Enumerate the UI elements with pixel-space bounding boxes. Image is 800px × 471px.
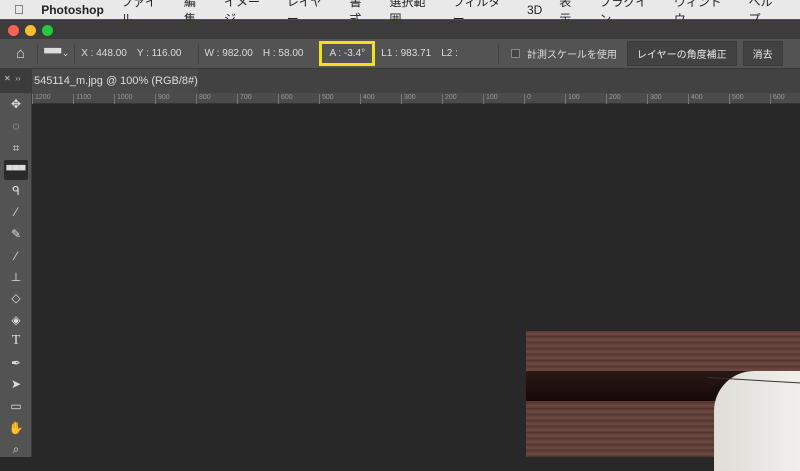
apple-icon[interactable]:  — [14, 2, 33, 17]
clear-button[interactable]: 消去 — [742, 41, 783, 66]
l2-value: L2 : — [441, 48, 458, 59]
magic-wand-tool-icon[interactable]: ⁄ — [4, 202, 28, 222]
ruler-label: 800 — [196, 94, 211, 104]
ruler-tool-preset-icon[interactable]: ▀▀▀ ⌄ — [44, 48, 69, 59]
w-value: W : 982.00 — [204, 48, 253, 59]
crop-tool-icon[interactable]: ⌗ — [4, 138, 28, 158]
tools-panel: ✕ ›› ✥ ◌ ⌗ ▀▀▀ ᑫ ⁄ ✎ ⁄ ⊥ ◇ ◈ T ✒ ➤ ▭ ✋ ⌕ — [0, 69, 32, 457]
move-tool-icon[interactable]: ✥ — [4, 94, 28, 114]
ruler-label: 300 — [647, 94, 662, 104]
minimize-button[interactable] — [25, 25, 36, 36]
document-tab[interactable]: 545114_m.jpg @ 100% (RGB/8#) — [32, 69, 198, 93]
menu-3d[interactable]: 3D — [527, 3, 542, 17]
straighten-layer-button[interactable]: レイヤーの角度補正 — [626, 41, 737, 66]
angle-value: A : -3.4° — [319, 41, 376, 66]
ruler-label: 200 — [442, 94, 457, 104]
ruler-label: 600 — [770, 94, 785, 104]
divider — [497, 43, 499, 64]
y-value: Y : 116.00 — [136, 48, 182, 59]
rectangle-tool-icon[interactable]: ▭ — [4, 396, 28, 416]
ruler-label: 500 — [319, 94, 334, 104]
close-button[interactable] — [8, 25, 19, 36]
app-menu[interactable]: Photoshop — [41, 3, 104, 17]
use-scale-checkbox[interactable] — [510, 49, 520, 58]
type-tool-icon[interactable]: T — [4, 331, 28, 351]
ruler-label: 0 — [524, 94, 531, 104]
pen-tool-icon[interactable]: ✒ — [4, 353, 28, 373]
divider — [74, 43, 76, 64]
options-bar: ⌂ ▀▀▀ ⌄ X : 448.00 Y : 116.00 W : 982.00… — [0, 39, 800, 69]
brush-tool-icon[interactable]: ⁄ — [4, 246, 28, 266]
ruler-label: 400 — [688, 94, 703, 104]
ruler-label: 100 — [483, 94, 498, 104]
l1-value: L1 : 983.71 — [381, 48, 432, 59]
document-image[interactable] — [526, 331, 800, 471]
window-titlebar — [0, 20, 800, 39]
h-value: H : 58.00 — [262, 48, 304, 59]
use-scale-label: 計測スケールを使用 — [526, 50, 617, 61]
path-selection-tool-icon[interactable]: ➤ — [4, 374, 28, 394]
zoom-button[interactable] — [42, 25, 53, 36]
ruler-label: 600 — [278, 94, 293, 104]
menu-bar:  Photoshop ファイル 編集 イメージ レイヤー 書式 選択範囲 フィ… — [0, 0, 800, 26]
ruler-label: 100 — [565, 94, 580, 104]
image-cup — [714, 371, 800, 471]
marquee-tool-icon[interactable]: ◌ — [4, 116, 28, 136]
document-tab-bar: 545114_m.jpg @ 100% (RGB/8#) — [0, 69, 800, 93]
ruler-label: 300 — [401, 94, 416, 104]
eyedropper-tool-icon[interactable]: ✎ — [4, 224, 28, 244]
ruler-label: 700 — [237, 94, 252, 104]
divider — [197, 43, 199, 64]
ruler-label: 1000 — [114, 94, 133, 104]
ruler-label: 1200 — [32, 94, 51, 104]
ruler-tool-icon[interactable]: ▀▀▀ — [4, 160, 28, 180]
home-icon[interactable]: ⌂ — [16, 45, 25, 62]
horizontal-ruler: 1200 1100 1000 900 800 700 600 500 400 3… — [32, 93, 800, 104]
ruler-label: 1100 — [73, 94, 91, 104]
divider — [37, 43, 39, 64]
ruler-label: 500 — [729, 94, 744, 104]
ruler-label: 400 — [360, 94, 375, 104]
hand-tool-icon[interactable]: ✋ — [4, 418, 28, 438]
x-value: X : 448.00 — [81, 48, 127, 59]
zoom-tool-icon[interactable]: ⌕ — [4, 439, 28, 459]
tools-panel-header[interactable]: ✕ ›› — [0, 69, 31, 93]
lasso-tool-icon[interactable]: ᑫ — [4, 181, 28, 201]
ruler-label: 200 — [606, 94, 621, 104]
paint-bucket-tool-icon[interactable]: ◈ — [4, 310, 28, 330]
eraser-tool-icon[interactable]: ◇ — [4, 288, 28, 308]
clone-stamp-tool-icon[interactable]: ⊥ — [4, 267, 28, 287]
ruler-label: 900 — [155, 94, 170, 104]
